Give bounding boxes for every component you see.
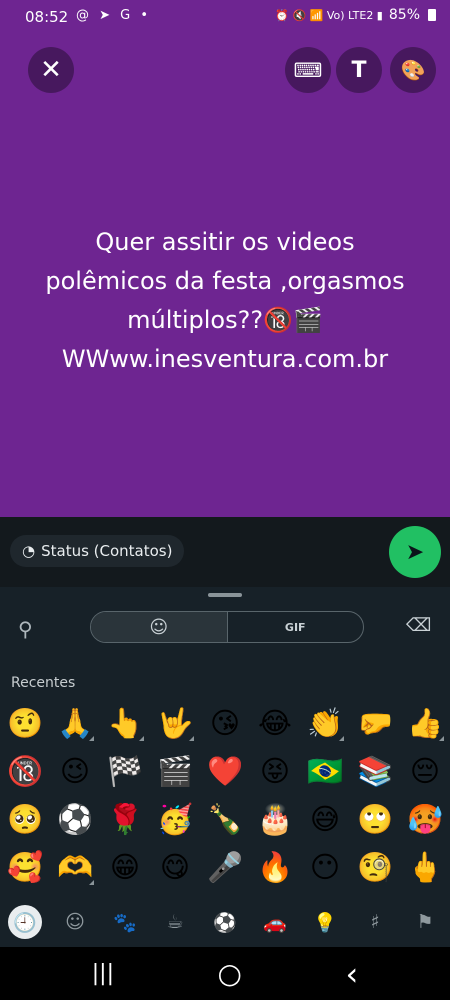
emoji-key[interactable]: 🎤 — [200, 843, 250, 891]
emoji-keyboard: ⚲ ☺ GIF ⌫ Recentes 🤨 🙏 👆 🤟 😘 😂 👏 🤛 👍 🔞 😉 🏁 🎬 ❤️ 😝 🇧🇷 📚 😔 🥺… — [0, 587, 450, 947]
send-button[interactable]: ➤ — [389, 526, 441, 578]
keyboard-tabs: ☺ GIF — [90, 611, 364, 643]
flags-category-icon[interactable]: ⚑ — [400, 897, 450, 947]
recents-nav-icon[interactable]: ||| — [92, 961, 114, 986]
category-glyph: ⚑ — [416, 911, 434, 933]
recents-heading: Recentes — [11, 675, 76, 691]
recent-category-icon[interactable]: 🕘 — [0, 897, 50, 947]
color-palette-button[interactable]: 🎨 — [390, 47, 436, 93]
emoji-key[interactable]: 😘 — [200, 699, 250, 747]
emoji-key[interactable]: 😅 — [300, 795, 350, 843]
emoji-key[interactable]: 😉 — [50, 747, 100, 795]
tab-gif[interactable]: GIF — [228, 612, 364, 642]
emoji-key[interactable]: 🥳 — [150, 795, 200, 843]
travel-category-icon[interactable]: 🚗 — [250, 897, 300, 947]
status-editor-canvas[interactable]: ✕ ⌨ T 🎨 Quer assitir os videos polêmicos… — [0, 33, 450, 517]
emoji-key[interactable]: 🧐 — [350, 843, 400, 891]
category-glyph: 💡 — [313, 911, 337, 934]
drag-handle[interactable] — [208, 593, 242, 597]
send-icon: ➤ — [405, 539, 425, 565]
emoji-key[interactable]: 👍 — [400, 699, 450, 747]
food-category-icon[interactable]: ☕ — [150, 897, 200, 947]
palette-icon: 🎨 — [400, 58, 426, 82]
emoji-key[interactable]: 🤟 — [150, 699, 200, 747]
emoji-key[interactable]: 🖕 — [400, 843, 450, 891]
emoji-key[interactable]: 🍾 — [200, 795, 250, 843]
battery-percent: 85% — [388, 7, 420, 23]
emoji-key[interactable]: 🔥 — [250, 843, 300, 891]
emoji-key[interactable]: ❤️ — [200, 747, 250, 795]
emoji-key[interactable]: 📚 — [350, 747, 400, 795]
tab-emoji[interactable]: ☺ — [91, 612, 228, 642]
emoji-key[interactable]: 🎂 — [250, 795, 300, 843]
emoji-key[interactable]: 🤛 — [350, 699, 400, 747]
emoji-key[interactable]: 😁 — [100, 843, 150, 891]
text-icon: T — [351, 57, 367, 83]
category-glyph: ☕ — [166, 911, 184, 933]
emoji-tab-icon: ☺ — [149, 616, 169, 638]
emoji-key[interactable]: 🏁 — [100, 747, 150, 795]
emoji-key[interactable]: 🇧🇷 — [300, 747, 350, 795]
category-glyph: 🚗 — [263, 911, 287, 934]
audience-label: Status (Contatos) — [41, 542, 173, 560]
emoji-key[interactable]: 🤨 — [0, 699, 50, 747]
category-glyph: 🕘 — [8, 905, 42, 939]
animals-category-icon[interactable]: 🐾 — [100, 897, 150, 947]
emoji-key[interactable]: 🥰 — [0, 843, 50, 891]
emoji-key[interactable]: 👆 — [100, 699, 150, 747]
emoji-key[interactable]: 🔞 — [0, 747, 50, 795]
keyboard-toggle-button[interactable]: ⌨ — [285, 47, 331, 93]
font-button[interactable]: T — [336, 47, 382, 93]
symbols-category-icon[interactable]: ♯ — [350, 897, 400, 947]
emoji-key[interactable]: 🌹 — [100, 795, 150, 843]
gif-tab-label: GIF — [284, 620, 306, 634]
home-nav-icon[interactable]: ○ — [218, 957, 242, 990]
emoji-key[interactable]: 😔 — [400, 747, 450, 795]
status-bar: 08:52 @ ➤ G • ⏰ 🔇 📶 Vo) LTE2 ▮ 85% — [0, 0, 450, 33]
emoji-key[interactable]: 😝 — [250, 747, 300, 795]
category-glyph: 🐾 — [113, 911, 137, 934]
objects-category-icon[interactable]: 💡 — [300, 897, 350, 947]
emoji-key[interactable]: 🎬 — [150, 747, 200, 795]
emoji-key[interactable]: 😋 — [150, 843, 200, 891]
clock: 08:52 — [25, 8, 69, 26]
emoji-key[interactable]: 🙄 — [350, 795, 400, 843]
emoji-key[interactable]: 👏 — [300, 699, 350, 747]
close-button[interactable]: ✕ — [28, 47, 74, 93]
emoji-grid: 🤨 🙏 👆 🤟 😘 😂 👏 🤛 👍 🔞 😉 🏁 🎬 ❤️ 😝 🇧🇷 📚 😔 🥺 ⚽ 🌹 🥳 🍾 🎂 😅 🙄 🥵 🥰 🫶 😁 😋 🎤 🔥 😶 🧐 🖕 — [0, 699, 450, 891]
back-nav-icon[interactable]: ‹ — [345, 955, 358, 993]
emoji-key[interactable]: 🫶 — [50, 843, 100, 891]
emoji-key[interactable]: 🙏 — [50, 699, 100, 747]
backspace-icon[interactable]: ⌫ — [406, 615, 431, 636]
category-glyph: ⚽ — [213, 911, 237, 934]
emoji-category-bar: 🕘 ☺ 🐾 ☕ ⚽ 🚗 💡 ♯ ⚑ — [0, 897, 450, 947]
audience-selector[interactable]: ◔ Status (Contatos) — [10, 535, 185, 567]
category-glyph: ☺ — [65, 911, 85, 933]
composer-bar: ◔ Status (Contatos) ➤ — [0, 517, 450, 587]
system-nav-bar: ||| ○ ‹ — [0, 947, 450, 1000]
emoji-key[interactable]: 😶 — [300, 843, 350, 891]
notification-icons: @ ➤ G • — [76, 8, 152, 23]
activity-category-icon[interactable]: ⚽ — [200, 897, 250, 947]
search-icon[interactable]: ⚲ — [18, 617, 33, 641]
keyboard-icon: ⌨ — [293, 58, 323, 82]
audience-icon: ◔ — [22, 542, 36, 560]
signal-icons: ⏰ 🔇 📶 Vo) LTE2 ▮ — [275, 8, 383, 22]
smileys-category-icon[interactable]: ☺ — [50, 897, 100, 947]
system-icons: ⏰ 🔇 📶 Vo) LTE2 ▮ 85% — [275, 7, 436, 23]
status-text-input[interactable]: Quer assitir os videos polêmicos da fest… — [20, 223, 430, 379]
category-glyph: ♯ — [370, 911, 380, 933]
emoji-key[interactable]: 🥺 — [0, 795, 50, 843]
emoji-key[interactable]: 🥵 — [400, 795, 450, 843]
emoji-key[interactable]: ⚽ — [50, 795, 100, 843]
close-icon: ✕ — [40, 55, 62, 85]
battery-icon — [428, 9, 436, 21]
emoji-key[interactable]: 😂 — [250, 699, 300, 747]
